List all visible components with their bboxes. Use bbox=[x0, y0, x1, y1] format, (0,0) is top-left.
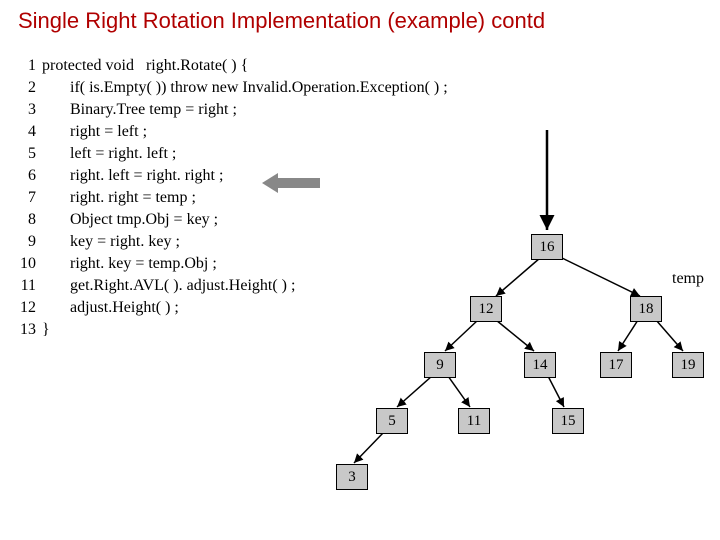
code-line-12: 12adjust.Height( ) ; bbox=[14, 297, 448, 319]
temp-label: temp bbox=[672, 270, 704, 288]
code-line-4: 4right = left ; bbox=[14, 121, 448, 143]
tree-node-17: 17 bbox=[600, 352, 632, 378]
tree-node-9: 9 bbox=[424, 352, 456, 378]
code-line-6: 6right. left = right. right ; bbox=[14, 165, 448, 187]
tree-node-15: 15 bbox=[552, 408, 584, 434]
tree-node-11: 11 bbox=[458, 408, 490, 434]
tree-node-5: 5 bbox=[376, 408, 408, 434]
code-line-8: 8Object tmp.Obj = key ; bbox=[14, 209, 448, 231]
code-line-5: 5left = right. left ; bbox=[14, 143, 448, 165]
code-listing: 1protected void right.Rotate( ) { 2if( i… bbox=[14, 55, 448, 341]
tree-node-16: 16 bbox=[531, 234, 563, 260]
code-line-7: 7right. right = temp ; bbox=[14, 187, 448, 209]
tree-node-3: 3 bbox=[336, 464, 368, 490]
code-line-10: 10right. key = temp.Obj ; bbox=[14, 253, 448, 275]
code-line-1: 1protected void right.Rotate( ) { bbox=[14, 55, 448, 77]
tree-node-19: 19 bbox=[672, 352, 704, 378]
tree-node-18: 18 bbox=[630, 296, 662, 322]
slide-title: Single Right Rotation Implementation (ex… bbox=[18, 8, 545, 34]
code-line-2: 2if( is.Empty( )) throw new Invalid.Oper… bbox=[14, 77, 448, 99]
code-line-9: 9key = right. key ; bbox=[14, 231, 448, 253]
tree-node-14: 14 bbox=[524, 352, 556, 378]
code-line-11: 11get.Right.AVL( ). adjust.Height( ) ; bbox=[14, 275, 448, 297]
code-line-3: 3Binary.Tree temp = right ; bbox=[14, 99, 448, 121]
tree-node-12: 12 bbox=[470, 296, 502, 322]
highlight-arrow-icon bbox=[262, 172, 322, 194]
code-line-13: 13} bbox=[14, 319, 448, 341]
